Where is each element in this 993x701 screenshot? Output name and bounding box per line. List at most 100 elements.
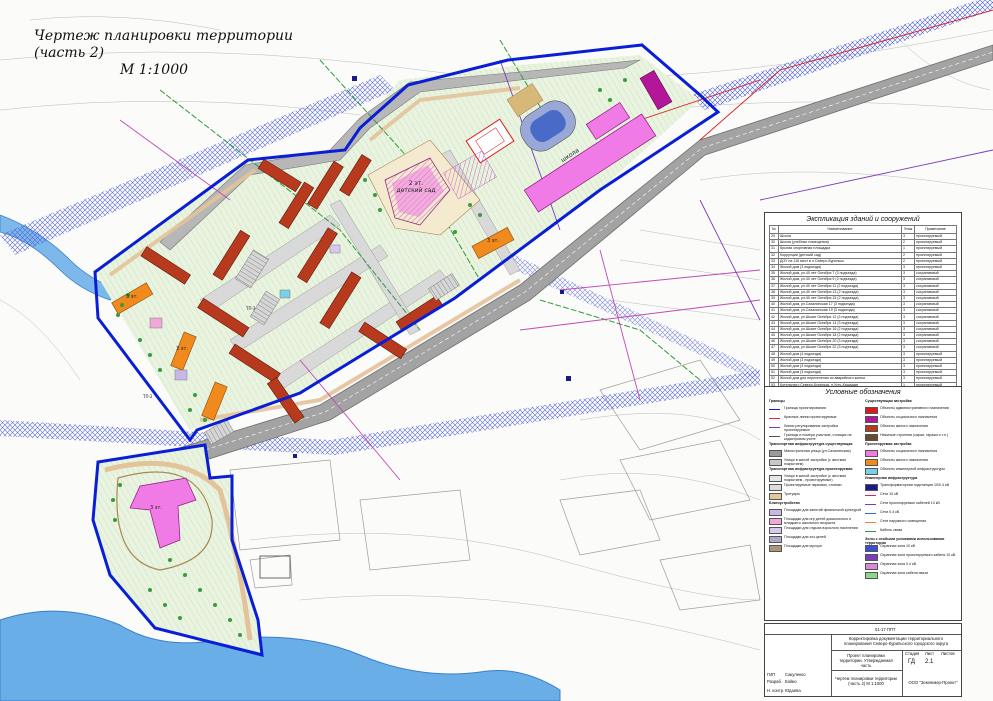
legend-swatch xyxy=(769,459,782,466)
legend-swatch xyxy=(865,513,876,514)
legend-label: Сети 10 кВ xyxy=(880,492,899,496)
legend-label: Трансформаторная подстанция 10/0.4 кВ xyxy=(880,483,949,487)
legend-item: Линии регулирования застройки проектируе… xyxy=(769,424,863,433)
stamp-name-2: Бойко xyxy=(785,679,797,684)
legend-label: Проектируемые парковки, стоянки xyxy=(784,483,842,487)
stamp-role-1: ГИП xyxy=(767,672,776,677)
stamp-sheets-label: Листов xyxy=(941,651,955,656)
stamp-sheet: 2.1 xyxy=(925,659,934,665)
legend-swatch xyxy=(769,450,782,457)
explication-header-row: № Наименование Этаж Примечание xyxy=(769,225,957,234)
legend-label: Площадки для хоз.целей xyxy=(784,535,826,539)
legend-item: Улицы в жилой застройке (с жестким покры… xyxy=(769,474,863,483)
legend-label: Объекты жилого назначения xyxy=(880,424,928,428)
legend-item: Сети 10 кВ xyxy=(865,492,959,501)
drawing-title: Чертеж планировки территории (часть 2) xyxy=(34,28,294,61)
drawing-sheet: Чертеж планировки территории (часть 2) М… xyxy=(0,0,993,701)
legend-item: Объекты инженерной инфраструктуры xyxy=(865,467,959,476)
legend-section-header: Благоустройство xyxy=(769,501,863,508)
legend-item: Охранная зона 0.4 кВ xyxy=(865,562,959,571)
legend-section-header: Транспортная инфраструктура проектируема… xyxy=(769,467,863,474)
drawing-scale: М 1:1000 xyxy=(119,62,189,78)
legend-label: Линии регулирования застройки проектируе… xyxy=(784,424,838,433)
legend-item: Охранная зона 10 кВ xyxy=(865,544,959,553)
legend-swatch xyxy=(865,416,878,423)
legend-item: Улицы в жилой застройке (с жестким покры… xyxy=(769,458,863,467)
legend-item: Площадки для отдыха взрослого населения xyxy=(769,526,863,535)
legend-item: Нежилые строения (сараи, гаражи и т.п.) xyxy=(865,433,959,442)
legend-label: Объекты социального назначения xyxy=(880,415,938,419)
legend-section-header: Зоны с особыми условиями использования т… xyxy=(865,537,959,545)
legend-item: Объекты социального назначения xyxy=(865,415,959,424)
stamp-stage-label: Стадия xyxy=(905,651,920,656)
legend-swatch xyxy=(865,563,878,570)
legend-swatch xyxy=(769,427,780,428)
legend-label: Площадки для мусора xyxy=(784,544,822,548)
legend-label: Объекты жилого назначения xyxy=(880,458,928,462)
legend-label: Магистральная улица (ул.Сахалинская) xyxy=(784,449,851,453)
legend-label: Тротуары xyxy=(784,492,800,496)
legend-item: Кабель связи xyxy=(865,528,959,537)
legend-label: Площадки для отдыха взрослого населения xyxy=(784,526,858,530)
stamp-name-3: Юдаева xyxy=(785,688,801,693)
legend-label: Охранная зона проектируемого кабеля 10 к… xyxy=(880,553,956,557)
legend-swatch xyxy=(769,509,782,516)
legend-swatch xyxy=(865,407,878,414)
legend-item: Объекты жилого назначения xyxy=(865,424,959,433)
legend-label: Кабель связи xyxy=(880,528,903,532)
legend-item: Охранная зона кабеля связи xyxy=(865,571,959,580)
legend-swatch xyxy=(769,484,782,491)
label-kindergarten: 2 эт. детский сад xyxy=(396,180,436,194)
stamp-name-1: Сакуленко xyxy=(785,672,806,677)
explication-table: № Наименование Этаж Примечание 29 Школа 3 п… xyxy=(769,225,957,402)
legend-section-header: Транспортная инфраструктура существующая xyxy=(769,442,863,449)
legend-item: Красные линии проектируемые xyxy=(769,415,863,424)
legend-label: Объекты инженерной инфраструктуры xyxy=(880,467,945,471)
label-3et-d: 3 эт. xyxy=(150,505,163,511)
legend-item: Площадки для игр детей дошкольного и мла… xyxy=(769,517,863,526)
legend-label: Проектируемая застройка xyxy=(865,442,912,446)
explication-col-name: Наименование xyxy=(778,225,902,234)
legend-label: Транспортная инфраструктура проектируема… xyxy=(769,467,853,471)
legend-swatch xyxy=(769,409,780,410)
legend-swatch xyxy=(865,425,878,432)
legend-label: Охранная зона 0.4 кВ xyxy=(880,562,917,566)
legend-label: Благоустройство xyxy=(769,501,800,505)
stamp-org-title: Корректировка документации территориальн… xyxy=(843,636,949,646)
legend-swatch xyxy=(865,522,876,523)
legend-section-header: Существующая застройка xyxy=(865,399,959,406)
legend-left-column: Границы Граница проектирования Красные лин… xyxy=(769,399,863,553)
legend-label: Инженерная инфраструктура xyxy=(865,476,918,480)
legend-label: Площадки для занятий физической культуро… xyxy=(784,508,862,512)
legend-label: Охранная зона кабеля связи xyxy=(880,571,928,575)
label-ts2: ТП-2 xyxy=(143,394,153,399)
stamp-section: Проект планировки территории. Утверждаем… xyxy=(839,653,893,668)
title-stamp: 01-17 ППТ Корректировка документации тер… xyxy=(764,623,962,697)
legend-label: Улицы в жилой застройке (с жестким покры… xyxy=(784,458,846,467)
legend-swatch xyxy=(769,545,782,552)
legend-item: Сети наружного освещения xyxy=(865,519,959,528)
legend-item: Сети 0.4 кВ xyxy=(865,510,959,519)
legend-label: Сети проектируемые кабелей 10 кВ xyxy=(880,501,940,505)
legend-item: Площадки для мусора xyxy=(769,544,863,553)
legend-label: Улицы в жилой застройке (с жестким покры… xyxy=(784,474,846,483)
legend-swatch xyxy=(769,536,782,543)
legend-label: Границы и номера участков, стоящих на ка… xyxy=(784,433,852,442)
legend-label: Транспортная инфраструктура существующая xyxy=(769,442,853,446)
legend-label: Сети наружного освещения xyxy=(880,519,927,523)
legend-section-header: Границы xyxy=(769,399,863,406)
legend-label: Существующая застройка xyxy=(865,399,912,403)
legend-swatch xyxy=(865,484,878,491)
legend-swatch xyxy=(865,495,876,496)
legend-item: Охранная зона проектируемого кабеля 10 к… xyxy=(865,553,959,562)
legend-label: Нежилые строения (сараи, гаражи и т.п.) xyxy=(880,433,949,437)
legend-swatch xyxy=(865,504,876,505)
stamp-sheet-title: Чертеж планировки территории (часть 2) М… xyxy=(835,676,897,686)
legend-item: Проектируемые парковки, стоянки xyxy=(769,483,863,492)
legend-label: Красные линии проектируемые xyxy=(784,415,837,419)
label-3et-a: 3 эт. xyxy=(487,238,500,244)
explication-table-panel: Экспликация зданий и сооружений № Наимен… xyxy=(764,212,962,402)
legend-swatch xyxy=(865,531,876,532)
drawing-title-block: Чертеж планировки территории (часть 2) М… xyxy=(34,28,334,79)
legend-section-header: Проектируемая застройка xyxy=(865,442,959,449)
